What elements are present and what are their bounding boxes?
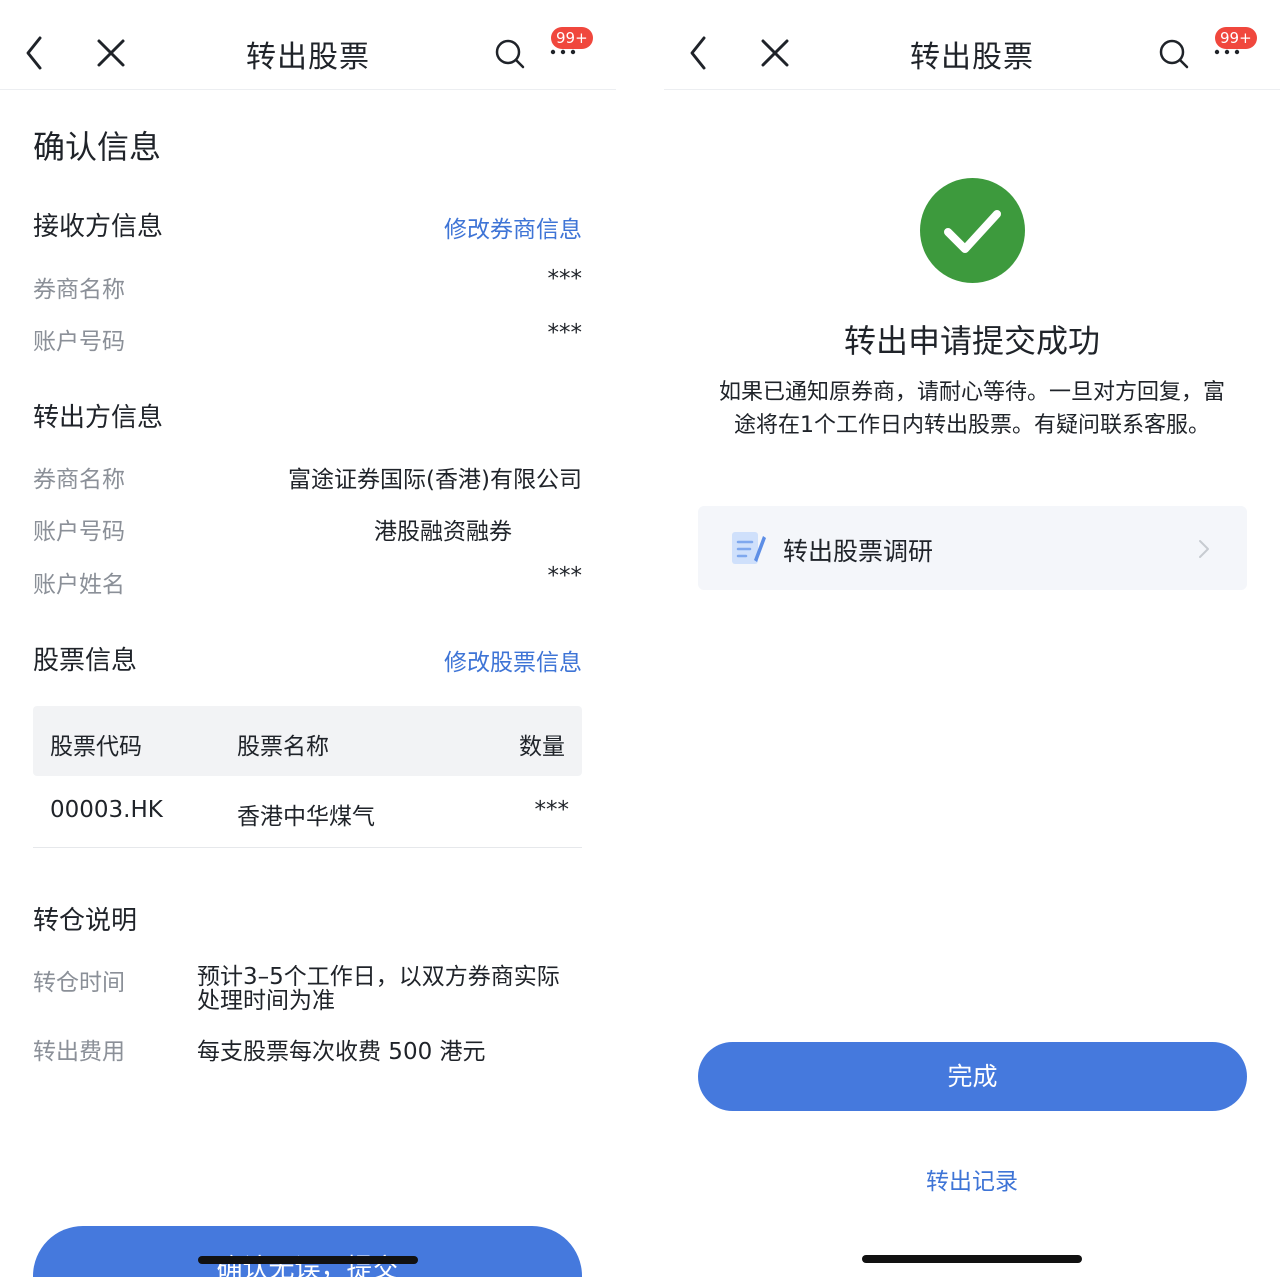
edit-stock-link[interactable]: 修改股票信息 [444, 643, 582, 677]
transfer-fee-value: 每支股票每次收费 500 港元 [197, 1039, 486, 1065]
sender-name-value: *** [547, 563, 583, 589]
notification-badge: 99+ [1215, 27, 1257, 49]
column-header-code: 股票代码 [50, 734, 142, 760]
sender-account-value: 港股融资融券 [374, 519, 512, 545]
sender-section-title: 转出方信息 [33, 403, 164, 433]
confirm-screen: 转出股票 99+ 确认信息 接收方信息 修改券商信息 券商名称 *** 账户号码… [0, 0, 616, 1277]
search-icon[interactable] [494, 38, 526, 70]
success-badge [920, 178, 1025, 283]
stock-code-cell: 00003.HK [50, 797, 163, 823]
sender-name-label: 账户姓名 [33, 572, 125, 598]
confirm-heading: 确认信息 [33, 128, 162, 166]
document-icon [732, 532, 766, 564]
survey-card[interactable]: 转出股票调研 [698, 506, 1247, 590]
home-indicator [862, 1255, 1082, 1263]
transfer-time-line2: 处理时间为准 [197, 988, 335, 1014]
stock-qty-cell: *** [534, 797, 570, 823]
column-header-name: 股票名称 [237, 734, 329, 760]
check-icon [944, 210, 1001, 253]
edit-broker-link[interactable]: 修改券商信息 [444, 210, 582, 244]
chevron-right-icon [1199, 540, 1209, 558]
receiver-account-value: *** [547, 320, 583, 346]
stock-name-cell: 香港中华煤气 [237, 804, 375, 830]
notification-badge: 99+ [551, 27, 593, 49]
success-title: 转出申请提交成功 [843, 322, 1100, 360]
column-header-qty: 数量 [519, 734, 565, 760]
success-desc-line1: 如果已通知原券商，请耐心等待。一旦对方回复，富 [718, 380, 1225, 405]
success-description: 如果已通知原券商，请耐心等待。一旦对方回复，富 途将在1个工作日内转出股票。有疑… [700, 376, 1244, 442]
notes-section-title: 转仓说明 [33, 906, 138, 936]
sender-broker-label: 券商名称 [33, 467, 125, 493]
transfer-time-label: 转仓时间 [33, 970, 125, 996]
home-indicator [198, 1256, 418, 1264]
transfer-record-link[interactable]: 转出记录 [664, 1162, 1280, 1196]
receiver-section-title: 接收方信息 [33, 212, 164, 242]
success-desc-line2: 途将在1个工作日内转出股票。有疑问联系客服。 [734, 413, 1210, 438]
transfer-time-line1: 预计3–5个工作日，以双方券商实际 [197, 964, 560, 990]
nav-bar: 转出股票 99+ [664, 0, 1280, 90]
receiver-broker-value: *** [547, 266, 583, 292]
table-row: 00003.HK 香港中华煤气 *** [33, 776, 582, 848]
confirm-submit-button[interactable]: 确认无误，提交 [33, 1226, 582, 1277]
transfer-fee-label: 转出费用 [33, 1039, 125, 1065]
done-button[interactable]: 完成 [698, 1042, 1247, 1111]
stock-section-title: 股票信息 [33, 646, 138, 676]
search-icon[interactable] [1158, 38, 1190, 70]
nav-bar: 转出股票 99+ [0, 0, 616, 90]
stock-table-header: 股票代码 股票名称 数量 [33, 706, 582, 776]
receiver-account-label: 账户号码 [33, 329, 125, 355]
sender-broker-value: 富途证券国际(香港)有限公司 [288, 467, 582, 493]
sender-account-label: 账户号码 [33, 519, 125, 545]
receiver-broker-label: 券商名称 [33, 277, 125, 303]
success-screen: 转出股票 99+ 转出申请提交成功 如果已通知原券商，请耐心等待。一旦对方回复，… [664, 0, 1280, 1277]
survey-label: 转出股票调研 [783, 537, 934, 566]
